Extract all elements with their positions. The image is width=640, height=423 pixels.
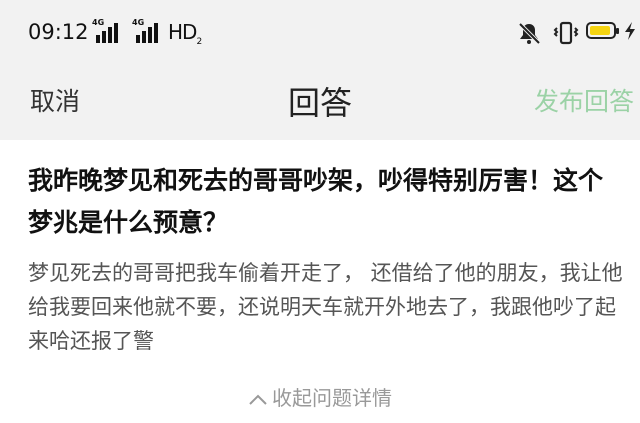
collapse-label: 收起问题详情 (272, 386, 392, 410)
vibrate-icon (553, 21, 579, 45)
status-bar: 09:12 4G 4G HD2 (0, 0, 640, 62)
question-detail: 梦见死去的哥哥把我车偷着开走了， 还借给了他的朋友，我让他给我要回来他就不要，还… (28, 261, 623, 353)
chevron-up-icon (249, 394, 267, 405)
network-type-label: 4G (92, 18, 105, 27)
collapse-details-button[interactable]: 收起问题详情 (0, 382, 640, 411)
signal-icon: 4G (92, 18, 120, 43)
hd-voice-indicator: HD2 (168, 20, 202, 47)
charging-icon (625, 22, 635, 40)
mute-bell-icon (518, 22, 541, 45)
signal-icon: 4G (132, 18, 162, 43)
top-nav-bar: 取消 回答 发布回答 (0, 62, 640, 140)
question-title: 我昨晚梦见和死去的哥哥吵架，吵得特别厉害！这个梦兆是什么预意？ (28, 166, 604, 237)
publish-answer-button[interactable]: 发布回答 (534, 82, 634, 118)
network-type-label: 4G (132, 18, 145, 27)
status-time: 09:12 (28, 20, 89, 44)
question-card: 我昨晚梦见和死去的哥哥吵架，吵得特别厉害！这个梦兆是什么预意？ 梦见死去的哥哥把… (0, 140, 640, 423)
battery-icon (586, 22, 619, 39)
